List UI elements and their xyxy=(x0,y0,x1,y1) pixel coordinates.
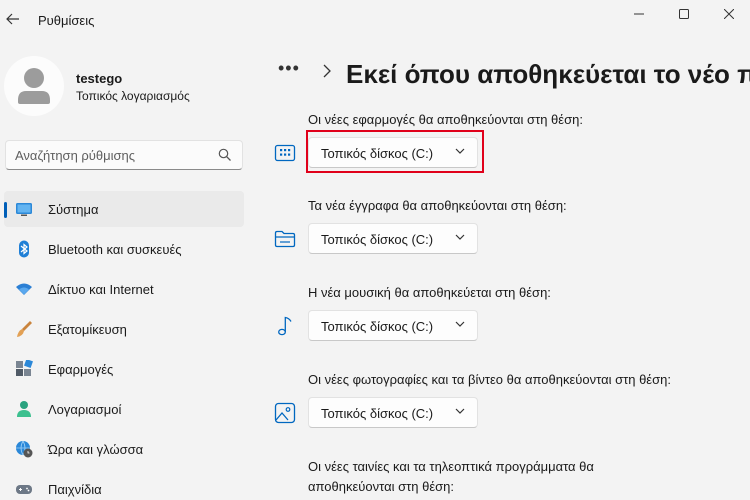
chevron-down-icon xyxy=(455,234,465,240)
close-icon xyxy=(724,9,734,19)
sidebar-item-label: Παιχνίδια xyxy=(48,482,102,497)
breadcrumb-more-button[interactable]: ••• xyxy=(278,58,300,79)
dropdown-value: Τοπικός δίσκος (C:) xyxy=(321,406,434,421)
sidebar-item-accounts[interactable]: Λογαριασμοί xyxy=(4,391,244,427)
sidebar-item-label: Λογαριασμοί xyxy=(48,402,122,417)
avatar xyxy=(4,56,64,116)
sidebar-item-network[interactable]: Δίκτυο και Internet xyxy=(4,271,244,307)
chevron-down-icon xyxy=(455,408,465,414)
search-icon xyxy=(218,148,231,161)
new-photos-location-dropdown[interactable]: Τοπικός δίσκος (C:) xyxy=(308,397,478,428)
settings-search[interactable]: Αναζήτηση ρύθμισης xyxy=(5,140,243,170)
dropdown-value: Τοπικός δίσκος (C:) xyxy=(321,319,434,334)
sidebar-item-gaming[interactable]: Παιχνίδια xyxy=(4,471,244,500)
gamepad-icon xyxy=(16,485,32,494)
minimize-button[interactable] xyxy=(624,4,654,24)
account-type: Τοπικός λογαριασμός xyxy=(76,89,190,103)
sidebar-item-personalization[interactable]: Εξατομίκευση xyxy=(4,311,244,347)
sidebar-item-apps[interactable]: Εφαρμογές xyxy=(4,351,244,387)
sidebar-item-label: Εφαρμογές xyxy=(48,362,114,377)
back-arrow-icon xyxy=(6,13,19,25)
new-documents-location-dropdown[interactable]: Τοπικός δίσκος (C:) xyxy=(308,223,478,254)
sidebar-item-time-language[interactable]: Ώρα και γλώσσα xyxy=(4,431,244,467)
system-icon xyxy=(16,203,32,216)
setting-label: Οι νέες ταινίες και τα τηλεοπτικά προγρά… xyxy=(308,459,594,474)
wifi-icon xyxy=(16,283,32,295)
globe-clock-icon xyxy=(16,440,33,458)
brush-icon xyxy=(17,321,32,337)
folder-icon xyxy=(274,230,296,248)
person-avatar-icon xyxy=(18,68,50,104)
maximize-icon xyxy=(679,9,689,19)
user-name: testego xyxy=(76,71,123,86)
breadcrumb: ••• Εκεί όπου αποθηκεύεται το νέο περιεχ… xyxy=(278,56,750,90)
sidebar-item-bluetooth[interactable]: Bluetooth και συσκευές xyxy=(4,231,244,267)
setting-label: αποθηκεύονται στη θέση: xyxy=(308,479,454,494)
app-title: Ρυθμίσεις xyxy=(38,13,95,28)
search-input[interactable]: Αναζήτηση ρύθμισης xyxy=(15,148,135,163)
image-icon xyxy=(274,402,296,424)
sidebar-item-label: Bluetooth και συσκευές xyxy=(48,242,182,257)
apps-storage-icon xyxy=(274,144,296,162)
new-music-location-dropdown[interactable]: Τοπικός δίσκος (C:) xyxy=(308,310,478,341)
sidebar-item-label: Δίκτυο και Internet xyxy=(48,282,154,297)
music-note-icon xyxy=(278,316,292,336)
sidebar-item-label: Σύστημα xyxy=(48,202,99,217)
back-button[interactable] xyxy=(4,8,22,30)
minimize-icon xyxy=(634,13,644,15)
setting-label: Τα νέα έγγραφα θα αποθηκεύονται στη θέση… xyxy=(308,198,567,213)
highlight-box xyxy=(306,130,484,173)
sidebar-item-label: Ώρα και γλώσσα xyxy=(48,442,144,457)
sidebar-nav: Σύστημα Bluetooth και συσκευές Δίκτυο κα… xyxy=(4,191,244,500)
page-title: Εκεί όπου αποθηκεύεται το νέο περιεχόμεν… xyxy=(346,59,750,89)
chevron-right-icon xyxy=(323,64,331,78)
bluetooth-icon xyxy=(19,240,29,258)
setting-label: Οι νέες εφαρμογές θα αποθηκεύονται στη θ… xyxy=(308,112,583,127)
dropdown-value: Τοπικός δίσκος (C:) xyxy=(321,232,434,247)
sidebar-item-label: Εξατομίκευση xyxy=(48,322,127,337)
setting-label: Οι νέες φωτογραφίες και τα βίντεο θα απο… xyxy=(308,372,671,387)
setting-label: Η νέα μουσική θα αποθηκεύεται στη θέση: xyxy=(308,285,551,300)
maximize-button[interactable] xyxy=(669,4,699,24)
sidebar-item-system[interactable]: Σύστημα xyxy=(4,191,244,227)
close-button[interactable] xyxy=(714,4,744,24)
chevron-down-icon xyxy=(455,321,465,327)
person-icon xyxy=(17,401,31,417)
title-bar: Ρυθμίσεις xyxy=(0,0,750,40)
active-indicator xyxy=(4,202,7,218)
apps-icon xyxy=(16,360,33,376)
